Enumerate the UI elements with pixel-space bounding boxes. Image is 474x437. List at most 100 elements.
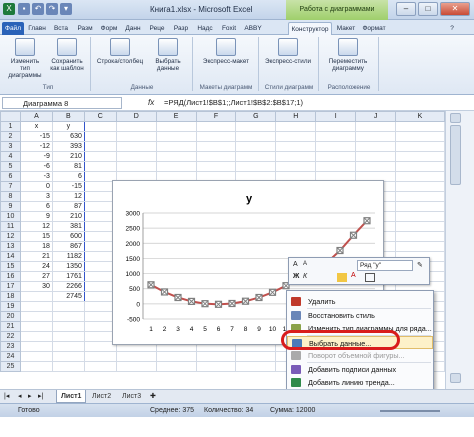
- tab-formulas[interactable]: Форм: [98, 22, 120, 35]
- maximize-button[interactable]: □: [418, 2, 438, 16]
- format-icon[interactable]: ✎: [417, 261, 423, 269]
- save-template-button[interactable]: Сохранить как шаблон: [46, 38, 88, 72]
- context-menu-item[interactable]: Изменить тип диаграммы для ряда...: [287, 322, 433, 335]
- new-sheet-icon[interactable]: ✚: [150, 392, 156, 400]
- cell[interactable]: [395, 231, 445, 242]
- cell[interactable]: [19, 331, 53, 342]
- cell[interactable]: [195, 351, 237, 362]
- cell[interactable]: 210: [51, 211, 85, 222]
- row-header[interactable]: 16: [0, 271, 21, 282]
- cell[interactable]: [315, 121, 357, 132]
- cell[interactable]: 0: [19, 181, 53, 192]
- move-chart-button[interactable]: Переместить диаграмму: [322, 38, 374, 72]
- cell[interactable]: [115, 351, 157, 362]
- switch-row-column-button[interactable]: Строка/столбец: [96, 38, 144, 65]
- cell[interactable]: 210: [51, 151, 85, 162]
- column-header[interactable]: B: [51, 111, 85, 122]
- cell[interactable]: [155, 131, 197, 142]
- fill-color-icon[interactable]: [337, 273, 347, 282]
- bold-icon[interactable]: Ж: [293, 273, 299, 280]
- column-header[interactable]: K: [395, 111, 445, 122]
- cell[interactable]: 1761: [51, 271, 85, 282]
- cell[interactable]: 2266: [51, 281, 85, 292]
- redo-icon[interactable]: ↷: [46, 3, 58, 15]
- cell[interactable]: [275, 161, 317, 172]
- change-chart-type-button[interactable]: Изменить тип диаграммы: [6, 38, 44, 79]
- row-header[interactable]: 24: [0, 351, 21, 362]
- cell[interactable]: -6: [19, 161, 53, 172]
- save-icon[interactable]: ▪: [18, 3, 30, 15]
- cell[interactable]: 867: [51, 241, 85, 252]
- cell[interactable]: [195, 161, 237, 172]
- cell[interactable]: [355, 141, 397, 152]
- cell[interactable]: [355, 161, 397, 172]
- cell[interactable]: [395, 191, 445, 202]
- font-size-down-icon[interactable]: A: [303, 261, 307, 267]
- cell[interactable]: 18: [19, 241, 53, 252]
- tab-foxit[interactable]: Foxit: [218, 22, 240, 35]
- row-header[interactable]: 10: [0, 211, 21, 222]
- fx-icon[interactable]: fx: [148, 98, 154, 107]
- cell[interactable]: [19, 311, 53, 322]
- cell[interactable]: [19, 291, 53, 302]
- cell[interactable]: 30: [19, 281, 53, 292]
- cell[interactable]: -9: [19, 151, 53, 162]
- tab-abbyy[interactable]: ABBY: [242, 22, 264, 35]
- quick-layout-button[interactable]: Экспресс-макет: [196, 38, 256, 65]
- cell[interactable]: [395, 161, 445, 172]
- cell[interactable]: [395, 151, 445, 162]
- cell[interactable]: 87: [51, 201, 85, 212]
- context-menu-item[interactable]: Добавить линию тренда...: [287, 376, 433, 389]
- cell[interactable]: [315, 161, 357, 172]
- tab-layout[interactable]: Разм: [74, 22, 96, 35]
- cell[interactable]: 630: [51, 131, 85, 142]
- quick-styles-button[interactable]: Экспресс-стили: [260, 38, 316, 65]
- context-menu-item[interactable]: Выбрать данные...: [287, 336, 433, 349]
- cell[interactable]: [195, 141, 237, 152]
- cell[interactable]: [195, 131, 237, 142]
- column-header[interactable]: F: [195, 111, 237, 122]
- next-sheet-icon[interactable]: ▸: [28, 392, 32, 400]
- column-header[interactable]: I: [315, 111, 357, 122]
- close-button[interactable]: ✕: [440, 2, 470, 16]
- scroll-down-button[interactable]: [450, 373, 461, 383]
- cell[interactable]: x: [19, 121, 53, 132]
- cell[interactable]: [19, 361, 53, 372]
- cell[interactable]: [275, 121, 317, 132]
- row-header[interactable]: 9: [0, 201, 21, 212]
- scroll-thumb[interactable]: [450, 125, 461, 185]
- prev-sheet-icon[interactable]: ◂: [18, 392, 22, 400]
- cell[interactable]: [355, 121, 397, 132]
- row-header[interactable]: 20: [0, 311, 21, 322]
- cell[interactable]: [115, 361, 157, 372]
- cell[interactable]: [115, 141, 157, 152]
- last-sheet-icon[interactable]: ▸|: [38, 392, 43, 400]
- cell[interactable]: 600: [51, 231, 85, 242]
- cell[interactable]: 381: [51, 221, 85, 232]
- cell[interactable]: [195, 121, 237, 132]
- row-header[interactable]: 23: [0, 341, 21, 352]
- sheet-tab-3[interactable]: Лист3: [118, 390, 145, 403]
- cell[interactable]: [155, 161, 197, 172]
- cell[interactable]: [235, 161, 277, 172]
- scroll-up-button[interactable]: [450, 113, 461, 123]
- cell[interactable]: [355, 151, 397, 162]
- cell[interactable]: 81: [51, 161, 85, 172]
- cell[interactable]: [395, 121, 445, 132]
- tab-design[interactable]: Конструктор: [288, 22, 332, 35]
- cell[interactable]: [155, 361, 197, 372]
- cell[interactable]: [315, 151, 357, 162]
- cell[interactable]: 12: [51, 191, 85, 202]
- tab-format[interactable]: Формат: [360, 22, 388, 35]
- cell[interactable]: [155, 351, 197, 362]
- cell[interactable]: -15: [19, 131, 53, 142]
- cell[interactable]: [395, 211, 445, 222]
- cell[interactable]: [315, 131, 357, 142]
- first-sheet-icon[interactable]: |◂: [4, 392, 9, 400]
- cell[interactable]: [51, 341, 85, 352]
- minimize-button[interactable]: –: [396, 2, 416, 16]
- select-all-corner[interactable]: [0, 111, 21, 122]
- cell[interactable]: 6: [19, 201, 53, 212]
- row-header[interactable]: 5: [0, 161, 21, 172]
- cell[interactable]: [235, 351, 277, 362]
